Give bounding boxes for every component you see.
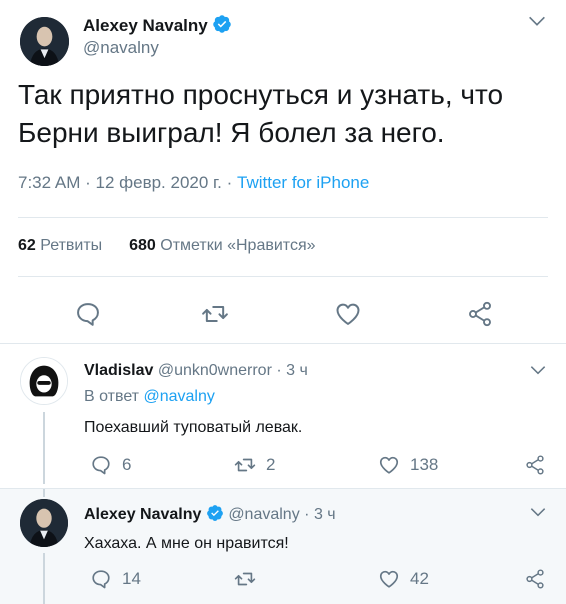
chevron-down-icon[interactable] xyxy=(526,10,548,32)
author-name[interactable]: Alexey Navalny xyxy=(83,14,232,36)
author-avatar[interactable] xyxy=(20,17,69,66)
tweet-source[interactable]: Twitter for iPhone xyxy=(237,173,369,192)
divider xyxy=(18,276,548,277)
tweet-stats: 62 Ретвиты 680 Отметки «Нравится» xyxy=(18,237,316,255)
author-handle[interactable]: @navalny xyxy=(83,38,159,58)
like-button[interactable]: 138 xyxy=(378,453,438,477)
share-button[interactable] xyxy=(524,567,546,591)
retweets-label: Ретвиты xyxy=(40,237,103,254)
thread-line xyxy=(43,553,45,604)
reply-author-name[interactable]: Alexey Navalny xyxy=(84,506,201,523)
reply-header: Vladislav @unkn0wnerror · 3 ч xyxy=(84,362,308,380)
author-name-text[interactable]: Alexey Navalny xyxy=(83,16,208,35)
reply-age[interactable]: 3 ч xyxy=(314,506,336,523)
reply-button[interactable]: 6 xyxy=(90,453,131,477)
reply-author-handle[interactable]: @navalny xyxy=(228,506,299,523)
retweets-stat[interactable]: 62 Ретвиты xyxy=(18,237,102,254)
reply-button[interactable]: 14 xyxy=(90,567,141,591)
like-icon[interactable] xyxy=(334,300,362,328)
chevron-down-icon[interactable] xyxy=(528,360,548,380)
like-icon xyxy=(379,456,399,474)
like-count: 138 xyxy=(410,455,439,474)
divider xyxy=(0,488,566,489)
reply-count: 14 xyxy=(122,569,141,588)
like-button[interactable]: 42 xyxy=(378,567,429,591)
like-count: 42 xyxy=(410,569,429,588)
reply-to-handle[interactable]: @navalny xyxy=(143,388,214,405)
reply-count: 6 xyxy=(122,455,132,474)
reply-to-line: В ответ @navalny xyxy=(84,388,215,406)
retweets-count: 62 xyxy=(18,237,36,254)
likes-stat[interactable]: 680 Отметки «Нравится» xyxy=(129,237,315,254)
retweet-icon xyxy=(234,572,256,586)
divider xyxy=(0,343,566,344)
share-icon[interactable] xyxy=(466,300,494,328)
retweet-count: 2 xyxy=(266,455,276,474)
like-icon xyxy=(379,570,399,588)
thread-line xyxy=(43,412,45,484)
tweet-meta: 7:32 AM · 12 февр. 2020 г. · Twitter for… xyxy=(18,173,369,193)
reply-icon[interactable] xyxy=(74,300,102,328)
reply-avatar[interactable] xyxy=(20,357,68,405)
tweet-time[interactable]: 7:32 AM xyxy=(18,173,80,192)
reply-text: Поехавший туповатый левак. xyxy=(84,419,303,436)
reply-text: Хахаха. А мне он нравится! xyxy=(84,535,289,552)
likes-label: Отметки «Нравится» xyxy=(160,237,316,254)
thread-line xyxy=(43,489,45,497)
reply-header: Alexey Navalny @navalny · 3 ч xyxy=(84,504,336,524)
reply-age[interactable]: 3 ч xyxy=(286,362,308,379)
share-icon xyxy=(526,569,544,589)
reply-avatar[interactable] xyxy=(20,499,68,547)
retweet-button[interactable]: 2 xyxy=(234,453,275,477)
verified-badge-icon xyxy=(213,15,232,33)
reply-icon xyxy=(92,456,110,475)
retweet-button[interactable] xyxy=(234,567,266,591)
meta-separator: · xyxy=(304,506,310,523)
tweet-date[interactable]: 12 февр. 2020 г. xyxy=(96,173,222,192)
reply-author-name[interactable]: Vladislav xyxy=(84,362,153,379)
reply-icon xyxy=(92,570,110,589)
share-icon xyxy=(526,455,544,475)
retweet-icon xyxy=(234,458,256,472)
tweet-text: Так приятно проснуться и узнать, что Бер… xyxy=(18,79,504,148)
retweet-icon[interactable] xyxy=(201,300,229,328)
chevron-down-icon[interactable] xyxy=(528,502,548,522)
verified-badge-icon xyxy=(206,505,223,521)
reply-author-handle[interactable]: @unkn0wnerror xyxy=(158,362,272,379)
share-button[interactable] xyxy=(524,453,546,477)
likes-count: 680 xyxy=(129,237,156,254)
reply-to-label: В ответ xyxy=(84,388,140,405)
divider xyxy=(18,217,548,218)
meta-separator: · xyxy=(226,173,238,192)
meta-separator: · xyxy=(276,362,282,379)
meta-separator: · xyxy=(85,173,96,192)
